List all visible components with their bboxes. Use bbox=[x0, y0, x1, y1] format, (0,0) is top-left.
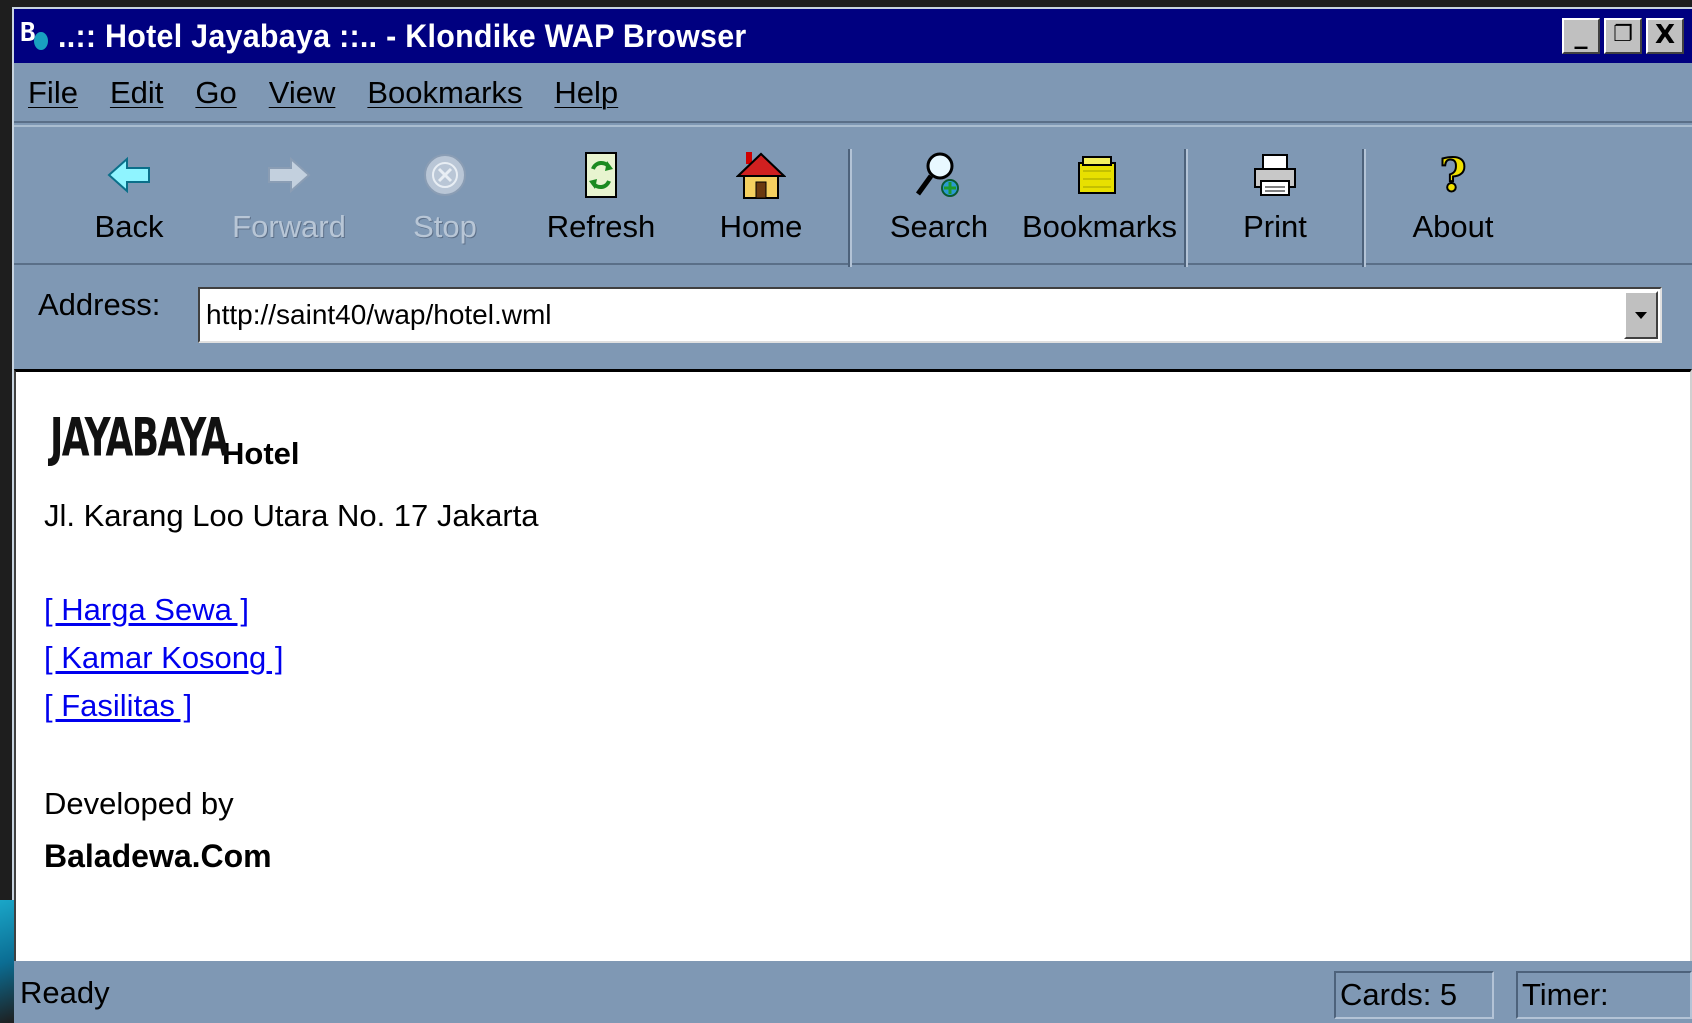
search-button[interactable]: Search bbox=[864, 147, 1014, 257]
printer-icon bbox=[1200, 147, 1350, 203]
status-bar: Ready Cards: 5 Timer: bbox=[14, 965, 1692, 1023]
print-button[interactable]: Print bbox=[1200, 147, 1350, 257]
close-button[interactable]: X bbox=[1646, 18, 1684, 54]
bookmarks-button[interactable]: Bookmarks bbox=[1022, 147, 1178, 257]
bookmarks-label: Bookmarks bbox=[1022, 209, 1178, 244]
address-label: Address: bbox=[38, 287, 161, 322]
cards-pane: Cards: 5 bbox=[1334, 971, 1494, 1019]
question-mark-icon: ? bbox=[1378, 147, 1528, 203]
address-dropdown-button[interactable] bbox=[1624, 291, 1658, 339]
chevron-down-icon bbox=[1635, 312, 1647, 319]
search-label: Search bbox=[889, 209, 989, 244]
menu-bar: File Edit Go View Bookmarks Help bbox=[14, 65, 1692, 123]
home-label: Home bbox=[719, 209, 803, 244]
menu-go[interactable]: Go bbox=[195, 75, 236, 111]
menu-help[interactable]: Help bbox=[554, 75, 618, 111]
browser-window: B ..:: Hotel Jayabaya ::.. - Klondike WA… bbox=[12, 7, 1692, 1023]
restore-button[interactable]: ❐ bbox=[1604, 18, 1642, 54]
hotel-label: Hotel bbox=[222, 436, 300, 471]
svg-text:?: ? bbox=[1440, 151, 1467, 199]
link-kamar-kosong[interactable]: [ Kamar Kosong ] bbox=[44, 640, 284, 676]
refresh-label: Refresh bbox=[546, 209, 656, 244]
print-label: Print bbox=[1243, 209, 1307, 244]
toolbar-separator bbox=[848, 149, 852, 267]
hotel-brand: JAYABAYA Hotel bbox=[50, 409, 300, 472]
stop-icon bbox=[370, 147, 520, 203]
toolbar-separator bbox=[1362, 149, 1366, 267]
minimize-button[interactable]: _ bbox=[1562, 18, 1600, 54]
toolbar: Back Forward Stop Refresh Home Search Bo… bbox=[14, 125, 1692, 267]
address-input[interactable] bbox=[198, 287, 1662, 343]
forward-label: Forward bbox=[232, 209, 346, 244]
stop-label: Stop bbox=[413, 209, 477, 244]
search-icon bbox=[864, 147, 1014, 203]
menu-bookmarks[interactable]: Bookmarks bbox=[367, 75, 522, 111]
bookmarks-folder-icon bbox=[1022, 147, 1172, 203]
page-content: JAYABAYA Hotel Jl. Karang Loo Utara No. … bbox=[14, 369, 1692, 961]
back-label: Back bbox=[94, 209, 164, 244]
jayabaya-logo: JAYABAYA bbox=[50, 406, 229, 469]
window-title: ..:: Hotel Jayabaya ::.. - Klondike WAP … bbox=[58, 17, 747, 54]
developer-name: Baladewa.Com bbox=[44, 838, 272, 874]
menu-file[interactable]: File bbox=[28, 75, 78, 111]
home-icon bbox=[686, 147, 836, 203]
hotel-address: Jl. Karang Loo Utara No. 17 Jakarta bbox=[44, 498, 539, 533]
refresh-icon bbox=[526, 147, 676, 203]
toolbar-separator bbox=[1184, 149, 1188, 267]
address-bar: Address: bbox=[14, 265, 1692, 357]
forward-button[interactable]: Forward bbox=[214, 147, 364, 257]
link-harga-sewa[interactable]: [ Harga Sewa ] bbox=[44, 592, 249, 628]
refresh-button[interactable]: Refresh bbox=[526, 147, 676, 257]
developed-by-text: Developed by bbox=[44, 786, 234, 821]
window-controls: _ ❐ X bbox=[1562, 18, 1684, 54]
back-arrow-icon bbox=[54, 147, 204, 203]
app-icon: B bbox=[18, 16, 52, 56]
status-text: Ready bbox=[20, 975, 110, 1010]
about-button[interactable]: ? About bbox=[1378, 147, 1528, 257]
background-decoration bbox=[0, 900, 14, 1023]
menu-edit[interactable]: Edit bbox=[110, 75, 163, 111]
forward-arrow-icon bbox=[214, 147, 364, 203]
about-label: About bbox=[1412, 209, 1494, 244]
home-button[interactable]: Home bbox=[686, 147, 836, 257]
menu-view[interactable]: View bbox=[269, 75, 336, 111]
stop-button[interactable]: Stop bbox=[370, 147, 520, 257]
back-button[interactable]: Back bbox=[54, 147, 204, 257]
timer-pane: Timer: bbox=[1516, 971, 1692, 1019]
title-bar[interactable]: B ..:: Hotel Jayabaya ::.. - Klondike WA… bbox=[14, 9, 1692, 63]
link-fasilitas[interactable]: [ Fasilitas ] bbox=[44, 688, 192, 724]
